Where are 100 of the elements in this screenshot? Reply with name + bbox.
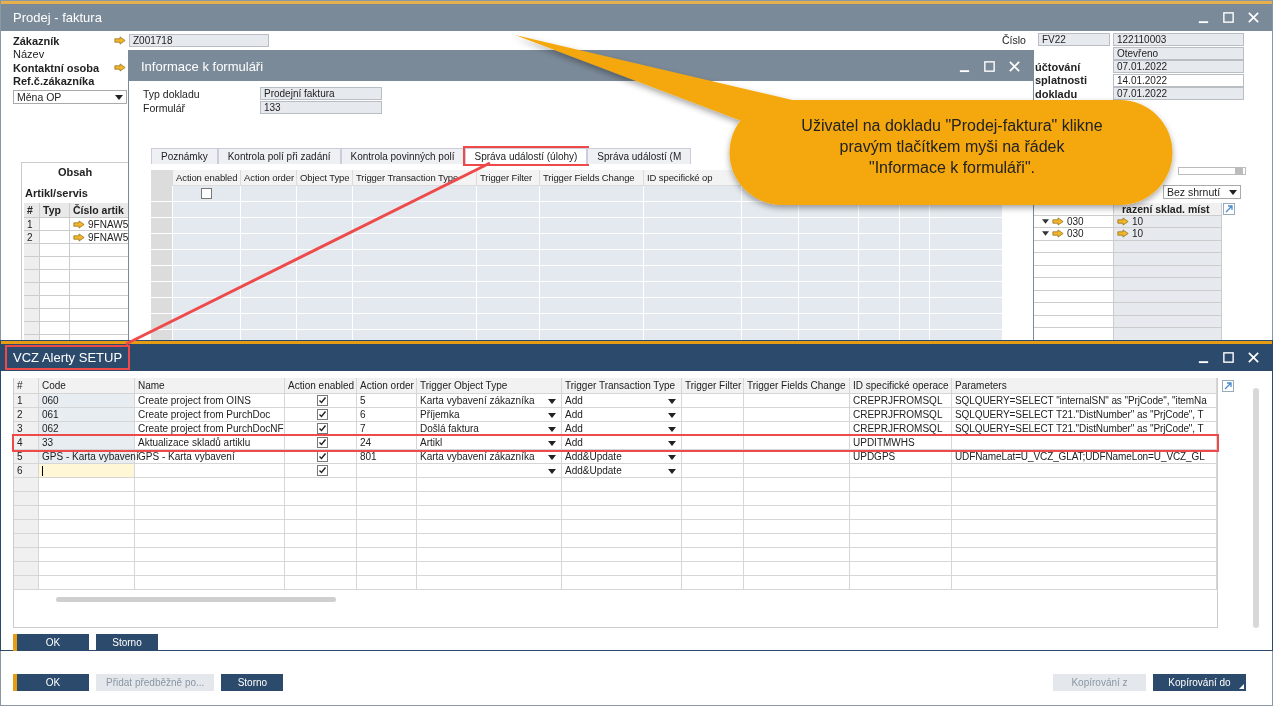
dropdown-cell[interactable]: Add (562, 422, 682, 436)
table-cell (799, 282, 859, 298)
filter-field[interactable] (1178, 167, 1246, 175)
input-field[interactable]: Z001718 (129, 34, 269, 48)
table-cell (742, 234, 799, 250)
dropdown-cell[interactable]: Artikl (417, 436, 562, 450)
caret-icon (548, 413, 556, 418)
dropdown-cell[interactable] (417, 464, 562, 478)
summary-dropdown[interactable]: Bez shrnutí (1163, 185, 1241, 199)
tab[interactable]: Obsah (21, 162, 129, 181)
checkbox[interactable] (316, 437, 328, 448)
table-cell (799, 266, 859, 282)
caret-icon (548, 427, 556, 432)
ok-button[interactable]: OK (13, 674, 89, 691)
table-cell (357, 478, 417, 492)
action-button[interactable]: Storno (221, 674, 284, 691)
dropdown-cell[interactable]: Add&Update (562, 464, 682, 478)
field-label: Zákazník (13, 34, 61, 47)
tab[interactable]: Správa událostí (M (587, 148, 692, 164)
code-cell[interactable]: 33 (39, 436, 135, 450)
dropdown-cell[interactable]: Došlá faktura (417, 422, 562, 436)
maximize-icon[interactable] (1222, 351, 1235, 364)
input-field[interactable]: 07.01.2022 (1113, 87, 1244, 101)
tab[interactable]: Poznámky (151, 148, 218, 164)
ok-button[interactable]: OK (13, 634, 89, 651)
expand-icon[interactable] (1222, 380, 1234, 392)
table-cell (285, 548, 357, 562)
table-cell (799, 314, 859, 330)
column-header: Action enabled (285, 378, 357, 394)
code-cell[interactable] (39, 464, 135, 478)
table-cell (682, 534, 744, 548)
dropdown-cell[interactable]: Add (562, 394, 682, 408)
arrow-icon[interactable] (1117, 229, 1129, 239)
table-row[interactable]: 3 062 Create project from PurchDocNF 7 Došlá faktura Add CREPRJFROMSQL SQLQUERY=SELECT T21."DistNumber" as "PrjCode", T (14, 422, 1217, 436)
tab[interactable]: Správa událostí (úlohy) (464, 148, 588, 164)
arrow-icon[interactable] (114, 36, 126, 46)
table-cell: Create project from PurchDoc (135, 408, 285, 422)
dropdown-cell[interactable]: Karta vybavení zákazníka (417, 394, 562, 408)
tab[interactable]: Kontrola povinných polí (340, 148, 465, 164)
dropdown-cell[interactable]: Karta vybavení zákazníka (417, 450, 562, 464)
currency-dropdown[interactable]: Měna OP (13, 90, 127, 104)
checkbox[interactable] (316, 423, 328, 434)
table-cell (241, 218, 297, 234)
maximize-icon[interactable] (983, 59, 996, 73)
table-cell (859, 234, 900, 250)
checkbox[interactable] (316, 409, 328, 420)
checkbox[interactable] (316, 465, 328, 476)
table-cell: 7 (357, 422, 417, 436)
table-cell (285, 506, 357, 520)
table-cell: 030 (1067, 215, 1084, 227)
arrow-icon[interactable] (1117, 216, 1129, 226)
table-cell (900, 266, 930, 282)
checkbox[interactable] (316, 395, 328, 406)
table-cell (477, 298, 540, 314)
input-field[interactable]: 14.01.2022 (1113, 73, 1244, 87)
dropdown-cell[interactable]: Add&Update (562, 450, 682, 464)
table-row[interactable]: 6 Add&Update (14, 464, 1217, 478)
input-field[interactable]: 07.01.2022 (1113, 60, 1244, 74)
arrow-icon[interactable] (73, 232, 85, 242)
section-title: Artikl/servis (24, 187, 89, 201)
table-cell (357, 548, 417, 562)
table-row[interactable]: 5 GPS - Karta vybaveníGPS - Karta vybavení 801 Karta vybavení zákazníka Add&Update UPDGPS UDFNameLat=U_VCZ_GLAT;UDFNameLon=U_VCZ_GL (14, 450, 1217, 464)
table-cell (285, 478, 357, 492)
dropdown-cell[interactable]: Add (562, 436, 682, 450)
table-cell (285, 576, 357, 590)
scrollbar-thumb[interactable] (1253, 388, 1259, 628)
tab[interactable]: Kontrola polí při zadání (217, 148, 341, 164)
input-field[interactable]: Prodejní faktura (260, 87, 382, 100)
input-field[interactable]: 122110003 (1113, 33, 1244, 47)
table-cell (297, 202, 353, 218)
table-row[interactable]: 1 060 Create project from OINS 5 Karta vybavení zákazníka Add CREPRJFROMSQL SQLQUERY=SELECT "internalSN" as "PrjCode", "itemNa (14, 394, 1217, 408)
dropdown-cell[interactable]: Příjemka (417, 408, 562, 422)
copy-button[interactable]: Kopírování do (1153, 674, 1246, 691)
column-header: Trigger Object Type (417, 378, 562, 394)
arrow-icon[interactable] (73, 219, 85, 229)
dropdown-cell[interactable]: Add (562, 408, 682, 422)
table-cell (859, 314, 900, 330)
checkbox[interactable] (316, 451, 328, 462)
field-label: dokladu (1035, 87, 1078, 100)
input-field[interactable]: FV22 (1038, 33, 1110, 47)
scrollbar-thumb[interactable] (56, 596, 336, 602)
input-field[interactable]: Otevřeno (1113, 46, 1244, 60)
code-cell[interactable]: 061 (39, 408, 135, 422)
table-cell: 10 (1132, 215, 1144, 227)
row-header (151, 282, 173, 298)
expand-icon[interactable] (1223, 203, 1235, 215)
table-row[interactable]: 4 33 Aktualizace skladů artiklu 24 Artikl Add UPDITMWHS (14, 436, 1217, 450)
maximize-icon[interactable] (1222, 11, 1235, 24)
input-field[interactable]: 133 (260, 101, 382, 114)
row-header (151, 218, 173, 234)
table-cell (900, 218, 930, 234)
table-row[interactable]: 2 061 Create project from PurchDoc 6 Příjemka Add CREPRJFROMSQL SQLQUERY=SELECT T21."DistNumber" as "PrjCode", T (14, 408, 1217, 422)
table-cell (24, 309, 40, 322)
close-icon[interactable] (1247, 351, 1260, 364)
checkbox[interactable] (201, 188, 212, 199)
table-cell (173, 282, 241, 298)
action-button[interactable]: Storno (96, 634, 158, 651)
code-cell[interactable]: 060 (39, 394, 135, 408)
column-header: ID specifické operace (850, 378, 952, 394)
arrow-icon[interactable] (114, 63, 126, 73)
